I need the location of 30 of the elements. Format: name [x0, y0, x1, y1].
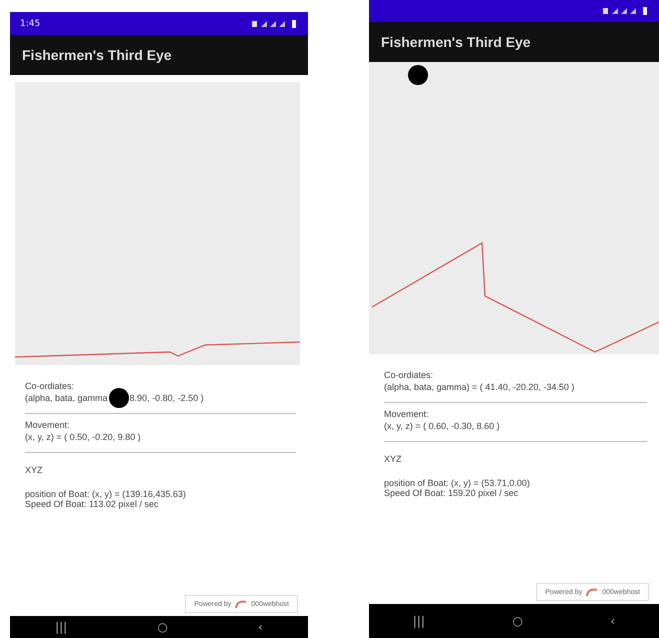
app-title: Fishermen's Third Eye — [22, 47, 172, 63]
nav-key[interactable]: ○ — [512, 614, 523, 628]
section-label: XYZ — [384, 454, 403, 464]
reading-value: 8.90, -0.80, -2.50 ) — [130, 393, 204, 403]
reading-label: Movement: — [25, 420, 71, 430]
ball-marker — [408, 65, 428, 85]
boat-position: position of Boat: (x, y) = (139.16,435.63) — [25, 489, 187, 499]
reading-value: (x, y, z) = ( 0.50, -0.20, 9.80 ) — [25, 432, 141, 442]
boat-speed: Speed Of Boat: 113.02 pixel / sec — [25, 499, 160, 509]
reading-label: Co-ordiates: — [384, 370, 434, 380]
ball-marker — [108, 388, 129, 408]
app-title: Fishermen's Third Eye — [381, 34, 531, 50]
nav-key[interactable]: ||| — [55, 620, 68, 634]
section-label: XYZ — [25, 465, 44, 475]
nav-key[interactable]: ‹ — [258, 620, 263, 634]
reading-value: (alpha, bata, gamma) = ( 41.40, -20.20, -34.50 ) — [384, 382, 574, 392]
status-icons — [252, 20, 298, 28]
reading-value: (x, y, z) = ( 0.60, -0.30, 8.60 ) — [384, 421, 500, 431]
nav-key[interactable]: ○ — [157, 620, 168, 634]
reading-value: (alpha, bata, gamma — [25, 393, 108, 403]
reading-label: Co-ordiates: — [25, 381, 76, 391]
status-icons — [603, 6, 649, 14]
reading-label: Movement: — [384, 409, 430, 419]
status-time: 1:45 — [20, 18, 40, 28]
swirl-logo-icon — [235, 599, 248, 609]
nav-key[interactable]: ||| — [412, 614, 425, 628]
boat-speed: Speed Of Boat: 159.20 pixel / sec — [384, 488, 520, 498]
nav-key[interactable]: ‹ — [610, 614, 616, 628]
swirl-logo-icon — [586, 587, 598, 597]
boat-position: position of Boat: (x, y) = (53.71,0.00) — [384, 478, 531, 488]
